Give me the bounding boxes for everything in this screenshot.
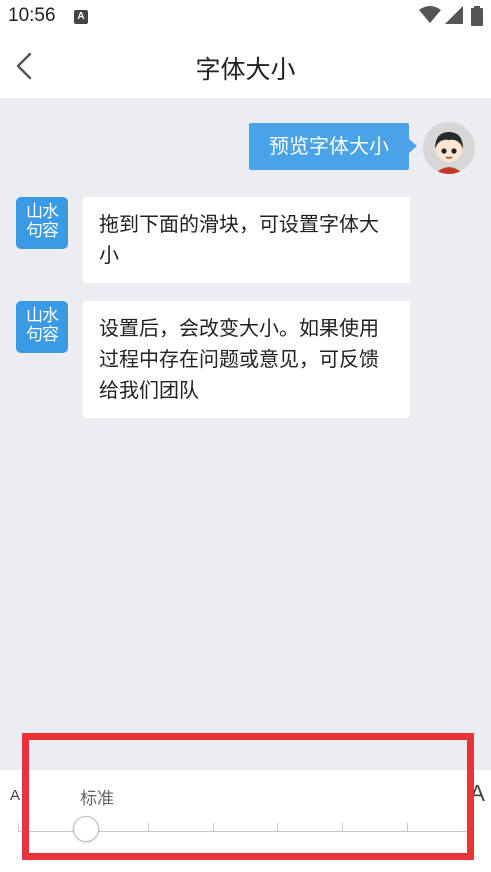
font-size-panel: A 标准 A [0,770,491,872]
slider-tick [18,823,19,832]
bot-message-row: 山水 句容 拖到下面的滑块，可设置字体大小 [16,197,416,283]
bot-avatar-line: 句容 [26,325,59,345]
chat-preview-area: 预览字体大小 山水 句容 拖到下面的滑块，可设置字体大小 山水 句容 设置后，会… [0,98,491,770]
battery-icon [471,6,483,26]
bot-avatar: 山水 句容 [16,197,68,249]
bot-avatar-line: 山水 [26,202,59,222]
wifi-icon [419,6,441,23]
title-bar: 字体大小 [0,34,491,98]
status-time: 10:56 [8,5,56,26]
page-title: 字体大小 [195,55,296,84]
cartoon-girl-avatar-icon [423,122,475,174]
slider-tick [147,823,149,832]
user-message-bubble: 预览字体大小 [249,123,417,170]
current-size-label: 标准 [80,789,114,809]
bot-avatar: 山水 句容 [16,301,68,353]
slider-tick [277,823,279,832]
slider-tick [342,823,344,832]
bot-avatar-line: 句容 [26,221,59,241]
bot-message-bubble: 设置后，会改变大小。如果使用过程中存在问题或意见，可反馈给我们团队 [83,301,410,418]
bot-message-row: 山水 句容 设置后，会改变大小。如果使用过程中存在问题或意见，可反馈给我们团队 [16,301,416,418]
bot-avatar-line: 山水 [26,306,59,326]
status-bar: 10:56 A [0,0,491,34]
slider-tick [472,823,473,832]
signal-icon [445,6,463,24]
slider-tick [212,823,214,832]
notification-badge: A [74,10,88,24]
user-avatar [423,122,475,174]
slider-tick [407,823,409,832]
small-font-label: A [10,787,21,804]
user-message-row: 预览字体大小 [75,122,475,174]
large-font-label: A [469,780,485,806]
bot-message-bubble: 拖到下面的滑块，可设置字体大小 [83,197,410,283]
slider-thumb[interactable] [73,816,99,842]
